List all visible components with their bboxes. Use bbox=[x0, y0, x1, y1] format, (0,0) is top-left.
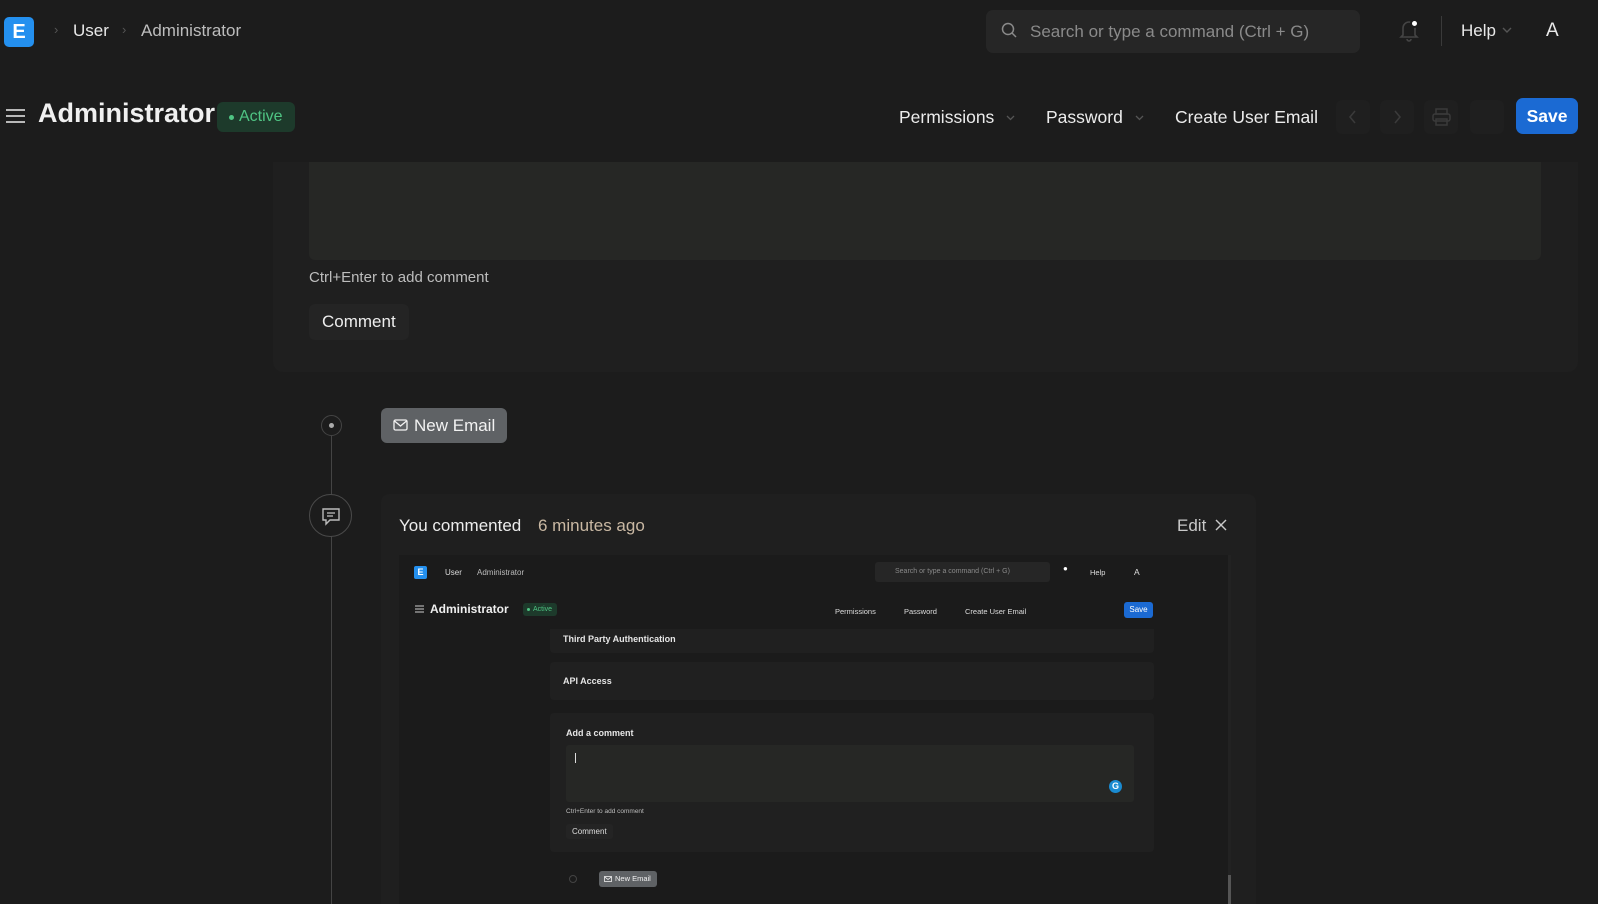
status-dot bbox=[229, 115, 234, 120]
avatar[interactable]: A bbox=[1546, 20, 1559, 42]
save-button: Save bbox=[1124, 602, 1153, 618]
breadcrumb-administrator: Administrator bbox=[477, 568, 525, 577]
chevron-down-icon bbox=[1502, 27, 1512, 33]
comment-time: 6 minutes ago bbox=[538, 516, 645, 535]
create-user-email-button[interactable]: Create User Email bbox=[1163, 100, 1330, 134]
breadcrumb-user: User bbox=[445, 568, 462, 577]
comment-input[interactable] bbox=[309, 162, 1541, 260]
breadcrumb-user[interactable]: User bbox=[73, 21, 109, 41]
chevron-right-icon: › bbox=[122, 22, 127, 37]
new-email-label: New Email bbox=[414, 416, 496, 435]
printer-icon bbox=[1432, 108, 1451, 126]
comment-screenshot-image: E User Administrator Search or type a co… bbox=[399, 555, 1231, 904]
next-button[interactable] bbox=[1380, 100, 1414, 134]
page-title: Administrator bbox=[38, 98, 216, 128]
chevron-right-icon: › bbox=[54, 22, 59, 37]
divider bbox=[1441, 16, 1442, 46]
mail-icon bbox=[393, 419, 408, 431]
notification-dot: ● bbox=[1063, 564, 1068, 573]
section-api-access: API Access bbox=[550, 662, 1154, 700]
edit-comment-button[interactable]: Edit bbox=[1177, 516, 1206, 536]
new-email-button[interactable]: New Email bbox=[381, 408, 507, 443]
search-input: Search or type a command (Ctrl + G) bbox=[875, 562, 1050, 582]
chevron-left-icon bbox=[1348, 110, 1356, 124]
comment-button[interactable]: Comment bbox=[309, 304, 409, 340]
comment-timeline-icon bbox=[309, 494, 352, 537]
status-label: Active bbox=[239, 108, 283, 125]
comment-hint: Ctrl+Enter to add comment bbox=[566, 808, 644, 815]
search-input[interactable]: Search or type a command (Ctrl + G) bbox=[986, 10, 1360, 53]
save-button[interactable]: Save bbox=[1516, 98, 1578, 134]
section-title: Add a comment bbox=[566, 728, 634, 738]
timeline-dot bbox=[569, 875, 577, 883]
text-cursor bbox=[575, 753, 576, 763]
timeline-dot bbox=[321, 415, 342, 436]
timeline-comment: You commented 6 minutes ago Edit E User … bbox=[381, 494, 1256, 904]
new-email-button: New Email bbox=[599, 871, 657, 887]
comment-input: G bbox=[566, 745, 1134, 802]
status-dot bbox=[527, 608, 530, 611]
section-title: Third Party Authentication bbox=[563, 634, 676, 644]
search-icon bbox=[1001, 22, 1017, 38]
chevron-right-icon bbox=[1394, 110, 1402, 124]
breadcrumb-administrator[interactable]: Administrator bbox=[141, 21, 241, 41]
status-badge: Active bbox=[523, 603, 558, 616]
comment-hint: Ctrl+Enter to add comment bbox=[309, 269, 489, 286]
permissions-label: Permissions bbox=[899, 107, 995, 127]
comment-author: You commented bbox=[399, 516, 522, 535]
comment-button: Comment bbox=[566, 824, 613, 839]
password-button: Password bbox=[904, 607, 937, 616]
help-menu: Help bbox=[1090, 568, 1106, 577]
search-placeholder: Search or type a command (Ctrl + G) bbox=[1030, 22, 1310, 41]
section-third-party-auth: Third Party Authentication bbox=[550, 629, 1154, 653]
status-label: Active bbox=[533, 606, 553, 613]
password-button[interactable]: Password bbox=[1034, 100, 1156, 134]
permissions-button[interactable]: Permissions bbox=[887, 100, 1027, 134]
chevron-down-icon bbox=[1006, 115, 1015, 121]
permissions-button: Permissions bbox=[835, 607, 876, 616]
print-button[interactable] bbox=[1424, 100, 1458, 134]
section-add-comment: Add a comment G Ctrl+Enter to add commen… bbox=[550, 713, 1154, 852]
comment-icon bbox=[322, 508, 340, 526]
status-badge: Active bbox=[217, 102, 295, 132]
help-menu[interactable]: Help bbox=[1461, 21, 1496, 41]
new-email-label: New Email bbox=[615, 874, 651, 883]
password-label: Password bbox=[1046, 107, 1123, 127]
grammarly-icon: G bbox=[1109, 780, 1122, 793]
previous-button[interactable] bbox=[1336, 100, 1370, 134]
navbar: E › User › Administrator Search or type … bbox=[0, 0, 1598, 62]
search-placeholder: Search or type a command (Ctrl + G) bbox=[895, 568, 1010, 575]
page-title: Administrator bbox=[430, 602, 509, 616]
close-icon[interactable] bbox=[1215, 519, 1227, 531]
app-logo[interactable]: E bbox=[4, 17, 34, 47]
create-user-email-button: Create User Email bbox=[965, 607, 1027, 616]
create-user-email-label: Create User Email bbox=[1175, 107, 1318, 127]
hamburger-icon[interactable] bbox=[6, 108, 25, 124]
page-head: Administrator Active Permissions Passwor… bbox=[0, 62, 1598, 162]
app-logo: E bbox=[414, 566, 427, 579]
chevron-down-icon bbox=[1135, 115, 1144, 121]
more-options-button[interactable] bbox=[1470, 100, 1504, 134]
mail-icon bbox=[604, 876, 612, 882]
scrollbar-track bbox=[1228, 555, 1231, 904]
notification-dot bbox=[1410, 19, 1419, 28]
avatar: A bbox=[1134, 567, 1140, 577]
add-comment-card: Ctrl+Enter to add comment Comment bbox=[273, 162, 1578, 372]
section-title: API Access bbox=[563, 676, 612, 686]
hamburger-icon bbox=[415, 605, 424, 613]
scrollbar-thumb bbox=[1228, 875, 1231, 904]
